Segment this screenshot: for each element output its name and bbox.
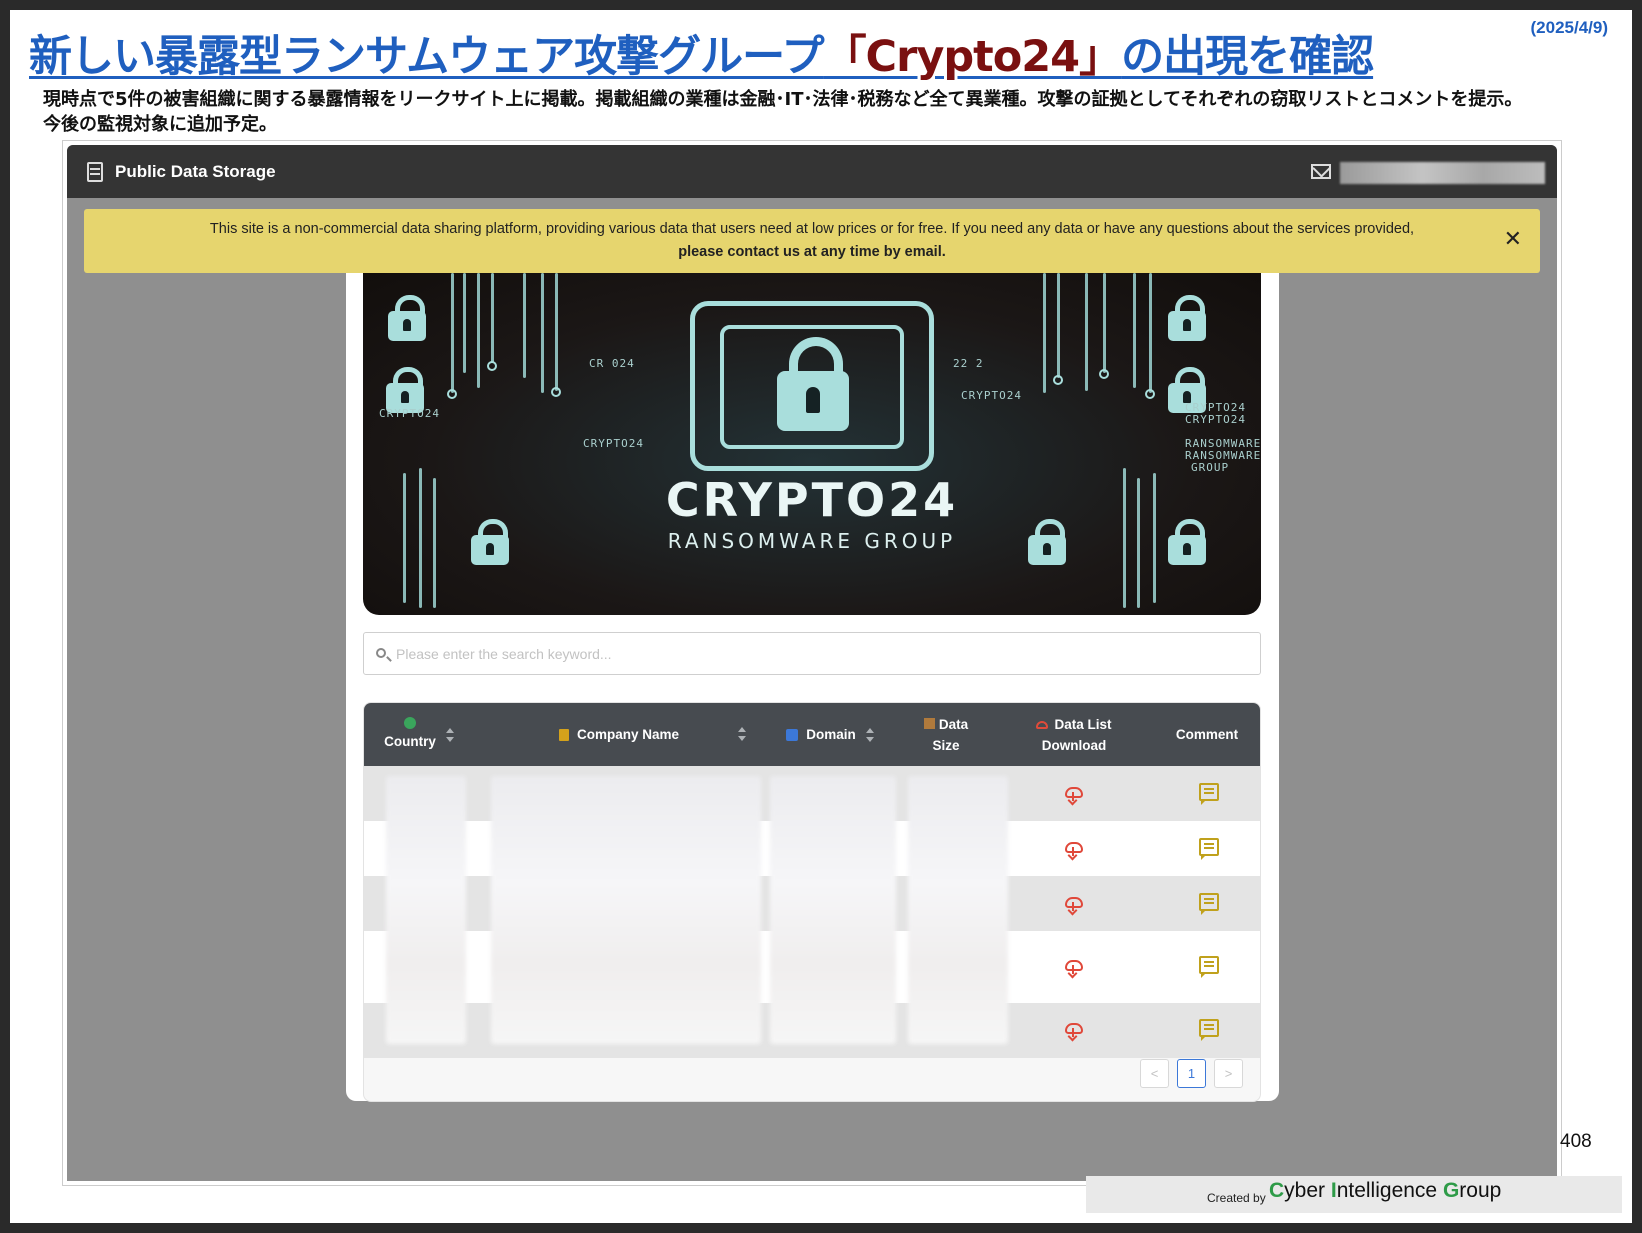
banner-group-name: CRYPTO24: [665, 473, 959, 527]
notice-line-1: This site is a non-commercial data shari…: [209, 221, 1415, 237]
lock-icon: [1168, 295, 1206, 341]
comment-icon[interactable]: [1199, 956, 1219, 978]
comment-icon[interactable]: [1199, 783, 1219, 805]
column-header-data-list-download[interactable]: Data List Download: [996, 703, 1152, 766]
banner-label: CRYPTO24: [583, 437, 644, 450]
circuit-line: [1085, 273, 1088, 391]
download-icon[interactable]: [1063, 1019, 1085, 1041]
column-label: Data: [938, 716, 969, 732]
globe-icon: [404, 717, 416, 729]
circuit-line: [555, 273, 558, 391]
column-label: Download: [1041, 737, 1107, 753]
download-icon[interactable]: [1063, 956, 1085, 978]
close-icon[interactable]: ✕: [1504, 227, 1522, 251]
circuit-node: [447, 389, 457, 399]
banner-label: CR 024: [589, 357, 635, 370]
circuit-node: [1099, 369, 1109, 379]
column-label: Domain: [806, 727, 856, 742]
building-icon: [558, 728, 569, 741]
footer-credit: Created by Cyber Intelligence Group: [1086, 1176, 1622, 1213]
sort-icon[interactable]: [445, 727, 454, 742]
column-header-domain[interactable]: Domain: [764, 703, 896, 766]
notice-line-2: please contact us at any time by email.: [678, 244, 946, 260]
column-header-company-name[interactable]: Company Name: [474, 703, 764, 766]
column-label: Country: [384, 734, 436, 749]
subtitle-line-1: 現時点で5件の被害組織に関する暴露情報をリークサイト上に掲載。掲載組織の業種は金…: [43, 89, 1523, 110]
title-accent: 「Crypto24」: [823, 32, 1123, 82]
content-panel: CRYPTO24 CRYPTO24 CRYPTO24 CRYPTO24 CRYP…: [346, 273, 1279, 1102]
domain-cells-redacted: [770, 776, 896, 1044]
notice-banner: This site is a non-commercial data shari…: [84, 209, 1540, 273]
circuit-line: [1103, 273, 1106, 373]
comment-icon[interactable]: [1199, 838, 1219, 860]
search-box: [363, 632, 1261, 675]
leak-site-window: Public Data Storage This site is a non-c…: [67, 145, 1557, 1181]
box-icon: [923, 717, 935, 729]
pagination-next-button[interactable]: >: [1214, 1059, 1243, 1088]
padlock-icon: [777, 337, 849, 431]
circuit-line: [463, 273, 466, 373]
mail-icon[interactable]: [1311, 164, 1331, 179]
download-icon[interactable]: [1063, 838, 1085, 860]
domain-icon: [786, 728, 799, 741]
comment-icon[interactable]: [1199, 893, 1219, 915]
data-size-cells-redacted: [908, 776, 1008, 1044]
circuit-line: [1043, 273, 1046, 393]
lock-icon: [388, 295, 426, 341]
victim-table: Country Company Name Domain Data Size Da…: [363, 702, 1261, 1102]
circuit-node: [487, 361, 497, 371]
column-header-data-size[interactable]: Data Size: [896, 703, 996, 766]
sort-icon[interactable]: [865, 727, 874, 742]
comment-icon[interactable]: [1199, 1019, 1219, 1041]
top-bar: Public Data Storage: [67, 145, 1557, 198]
sort-icon[interactable]: [738, 727, 746, 741]
page-title: 新しい暴露型ランサムウェア攻撃グループ「Crypto24」の出現を確認: [29, 32, 1374, 82]
column-header-comment[interactable]: Comment: [1152, 703, 1260, 766]
banner-tagline: RANSOMWARE GROUP: [667, 529, 957, 553]
circuit-line: [1149, 273, 1152, 393]
group-banner-image: CRYPTO24 CRYPTO24 CRYPTO24 CRYPTO24 CRYP…: [363, 273, 1261, 615]
table-header: Country Company Name Domain Data Size Da…: [364, 703, 1260, 766]
banner-label: CRYPTO24: [379, 407, 440, 420]
circuit-line: [477, 273, 480, 388]
cloud-icon: [1036, 720, 1049, 729]
circuit-node: [551, 387, 561, 397]
date-label: (2025/4/9): [1530, 18, 1609, 37]
banner-label: 22 2: [953, 357, 984, 370]
column-label: Size: [932, 737, 960, 753]
download-icon[interactable]: [1063, 783, 1085, 805]
company-cells-redacted: [491, 776, 761, 1044]
country-cells-redacted: [386, 776, 466, 1044]
circuit-line: [491, 273, 494, 363]
storage-icon: [87, 162, 103, 182]
search-icon: [376, 648, 386, 658]
subtitle-line-2: 今後の監視対象に追加予定。: [43, 114, 277, 135]
circuit-line: [541, 273, 544, 393]
column-label: Data List: [1054, 716, 1112, 732]
pagination-prev-button[interactable]: <: [1140, 1059, 1169, 1088]
banner-label: CRYPTO24: [961, 389, 1022, 402]
footer-created-by: Created by: [1207, 1191, 1266, 1205]
subtitle: 現時点で5件の被害組織に関する暴露情報をリークサイト上に掲載。掲載組織の業種は金…: [43, 87, 1603, 137]
site-brand[interactable]: Public Data Storage: [115, 162, 276, 182]
page-number: 408: [1560, 1131, 1592, 1152]
circuit-node: [1053, 375, 1063, 385]
column-label: Company Name: [576, 727, 680, 742]
circuit-node: [1145, 389, 1155, 399]
circuit-line: [1057, 273, 1060, 378]
search-input[interactable]: [396, 641, 1236, 667]
banner-label: CRYPTO24: [1185, 413, 1246, 426]
column-label: Comment: [1175, 727, 1239, 742]
email-address-redacted: [1340, 162, 1545, 184]
column-header-country[interactable]: Country: [364, 703, 474, 766]
circuit-line: [451, 273, 454, 393]
circuit-line: [1133, 273, 1136, 388]
circuit-line: [523, 273, 526, 378]
download-icon[interactable]: [1063, 893, 1085, 915]
pagination-page-1[interactable]: 1: [1177, 1059, 1206, 1088]
footer-org-logo: Cyber Intelligence Group: [1269, 1179, 1502, 1202]
